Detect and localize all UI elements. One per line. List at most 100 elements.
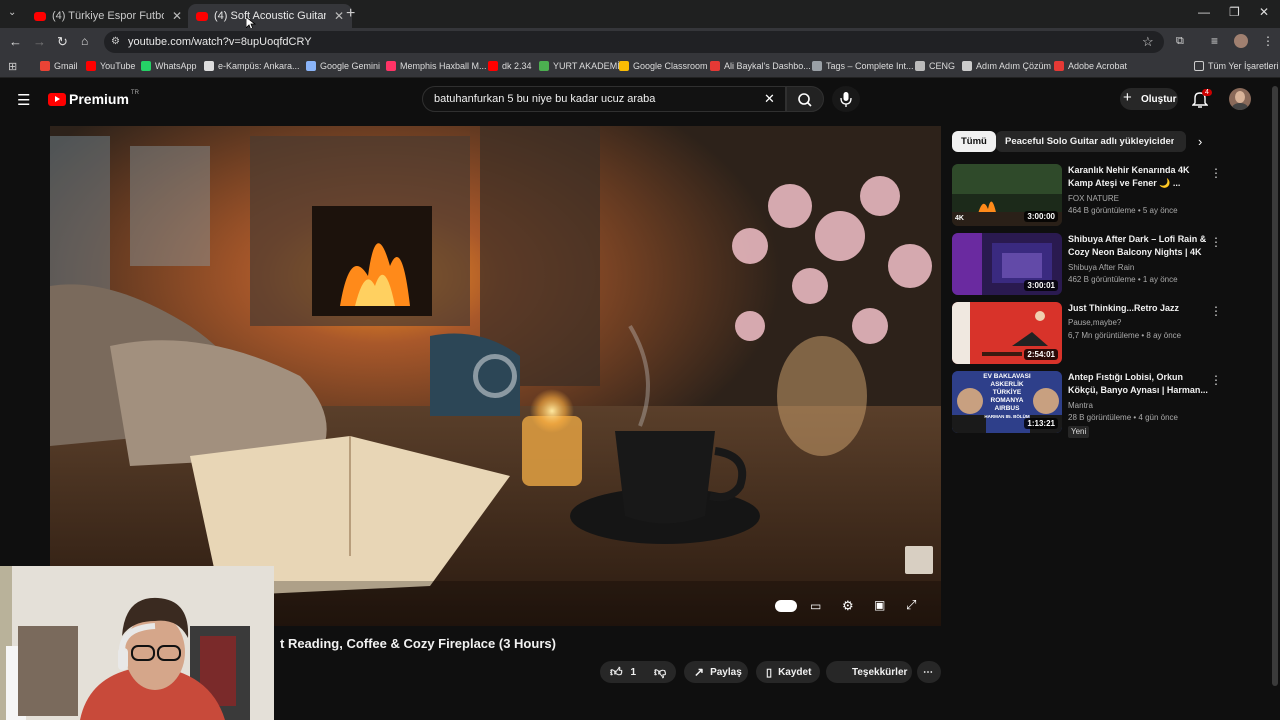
close-icon[interactable]: ✕ [172,9,182,23]
chip-overflow[interactable] [1174,131,1186,152]
autoplay-toggle[interactable] [775,600,797,612]
fullscreen-icon[interactable]: ⤢ [906,597,916,613]
channel-name[interactable]: FOX NATURE [1068,193,1119,205]
channel-name[interactable]: Pause,maybe? [1068,317,1121,329]
media-control-icon[interactable]: ≡ [1211,34,1218,48]
pause-indicator-icon [473,354,517,398]
profile-avatar[interactable] [1234,34,1248,48]
video-player[interactable]: ▭ ⚙ ▣ ⤢ [50,126,941,626]
recommendation-title[interactable]: Shibuya After Dark – Lofi Rain & Cozy Ne… [1068,233,1208,258]
recommendation-title[interactable]: Antep Fıstığı Lobisi, Orkun Kökçü, Banyo… [1068,371,1208,396]
youtube-premium-logo[interactable]: Premium TR [48,90,139,107]
bookmark-item[interactable]: Adobe Acrobat [1054,61,1127,71]
bookmark-label: dk 2.34 [502,61,532,71]
close-icon[interactable]: ✕ [334,9,344,23]
tab-esport[interactable]: (4) Türkiye Espor Futbol Ligi | T... ✕ [26,4,190,28]
bookmark-item[interactable]: YouTube [86,61,135,71]
recommendation-item[interactable]: 3:00:01 Shibuya After Dark – Lofi Rain & … [952,233,1232,297]
dislike-button[interactable]: 👎︎ [644,661,676,683]
extensions-icon[interactable]: ⧉ [1176,35,1184,48]
microphone-icon [840,92,852,107]
url-text[interactable]: youtube.com/watch?v=8upUoqfdCRY [128,36,312,48]
more-options-icon[interactable]: ⋮ [1210,304,1222,318]
more-options-icon[interactable]: ⋮ [1210,235,1222,249]
chip-uploader[interactable]: Peaceful Solo Guitar adlı yükleyiciden [996,131,1186,152]
search-query-text[interactable]: batuhanfurkan 5 bu niye bu kadar ucuz ar… [434,93,655,105]
bookmark-favicon-icon [962,61,972,71]
recommendation-item[interactable]: 4K 3:00:00 Karanlık Nehir Kenarında 4K Kam… [952,164,1232,228]
subtitles-icon[interactable]: ▭ [810,599,821,613]
bookmark-item[interactable]: Ali Baykal's Dashbo... [710,61,811,71]
voice-search-button[interactable] [832,86,860,112]
search-icon [798,93,812,107]
logo-region: TR [130,90,139,96]
clear-search-icon[interactable]: ✕ [764,91,775,107]
miniplayer-icon[interactable]: ▣ [874,598,885,612]
apps-grid-icon[interactable]: ⊞ [8,60,17,73]
bookmark-label: e-Kampüs: Ankara... [218,61,300,71]
bookmark-item[interactable]: WhatsApp [141,61,197,71]
home-icon[interactable]: ⌂ [81,34,88,48]
bookmark-favicon-icon [1054,61,1064,71]
video-thumbnail[interactable]: EV BAKLAVASI ASKERLİK TÜRKİYE ROMANYA AIRBUS… [952,371,1062,433]
new-tab-button[interactable]: + [346,5,355,23]
create-label: Oluştur [1141,94,1177,105]
video-thumbnail[interactable]: 3:00:01 [952,233,1062,295]
bookmark-item[interactable]: dk 2.34 [488,61,532,71]
bookmark-star-icon[interactable]: ☆ [1142,34,1154,50]
new-badge: Yeni [1068,426,1090,438]
site-info-icon[interactable]: ⚙ [111,36,120,47]
search-button[interactable] [786,86,824,112]
chip-all[interactable]: Tümü [952,131,996,152]
bookmark-label: Adım Adım Çözüm [976,61,1052,71]
window-close-button[interactable]: ✕ [1259,5,1269,19]
thumbs-down-icon: 👎︎ [654,664,667,679]
bookmark-favicon-icon [488,61,498,71]
video-thumbnail[interactable]: 2:54:01 [952,302,1062,364]
tab-soft-acoustic[interactable]: (4) Soft Acoustic Guitar to Unwi... ✕ [188,4,353,28]
channel-name[interactable]: Shibuya After Rain [1068,262,1134,274]
tab-search-icon[interactable]: ⌄ [8,7,16,18]
recommendation-item[interactable]: 2:54:01 Just Thinking...Retro Jazz Pause,m… [952,302,1232,366]
bookmark-item[interactable]: Memphis Haxball M... [386,61,487,71]
bookmark-item[interactable]: Adım Adım Çözüm [962,61,1051,71]
more-actions-button[interactable]: ⋯ [917,661,941,683]
channel-name[interactable]: Mantra [1068,400,1093,412]
forward-arrow-icon[interactable]: → [33,34,46,49]
settings-gear-icon[interactable]: ⚙ [842,598,854,614]
more-options-icon[interactable]: ⋮ [1210,166,1222,180]
reload-icon[interactable]: ↻ [57,34,68,50]
video-thumbnail[interactable]: 4K 3:00:00 [952,164,1062,226]
bookmark-favicon-icon [204,61,214,71]
recommendation-item[interactable]: EV BAKLAVASI ASKERLİK TÜRKİYE ROMANYA AIRBUS… [952,371,1232,438]
bookmark-item[interactable]: Tags – Complete Int... [812,61,914,71]
minimize-button[interactable]: — [1198,5,1210,19]
recommendation-title[interactable]: Karanlık Nehir Kenarında 4K Kamp Ateşi v… [1068,164,1208,189]
duration-badge: 1:13:21 [1024,418,1058,429]
channel-watermark[interactable] [905,546,933,574]
bookmark-item[interactable]: e-Kampüs: Ankara... [204,61,300,71]
save-button[interactable]: ▯ Kaydet [756,661,820,683]
bookmark-favicon-icon [710,61,720,71]
bookmark-item[interactable]: YURT AKADEMİ [539,61,620,71]
thanks-button[interactable]: Teşekkürler [826,661,912,683]
more-options-icon[interactable]: ⋮ [1210,373,1222,387]
page-scrollbar[interactable] [1270,82,1280,692]
recommendation-title[interactable]: Just Thinking...Retro Jazz [1068,302,1208,315]
maximize-button[interactable]: ❐ [1229,5,1240,19]
view-meta: 28 B görüntüleme • 4 gün önce [1068,413,1178,422]
bookmark-label: Ali Baykal's Dashbo... [724,61,811,71]
bookmark-item[interactable]: CENG [915,61,955,71]
all-bookmarks-folder[interactable]: Tüm Yer İşaretleri [1194,61,1279,71]
bookmark-item[interactable]: Google Classroom [619,61,708,71]
hamburger-menu-icon[interactable]: ☰ [17,91,30,109]
account-avatar[interactable] [1229,88,1251,110]
share-button[interactable]: ↗ Paylaş [684,661,748,683]
view-meta: 464 B görüntüleme • 5 ay önce [1068,206,1178,215]
bookmark-item[interactable]: Gmail [40,61,78,71]
back-arrow-icon[interactable]: ← [9,34,22,49]
browser-menu-icon[interactable]: ⋮ [1262,34,1274,48]
chevron-right-icon[interactable]: › [1198,134,1202,149]
bookmark-item[interactable]: Google Gemini [306,61,380,71]
plus-icon: + [1123,89,1132,106]
